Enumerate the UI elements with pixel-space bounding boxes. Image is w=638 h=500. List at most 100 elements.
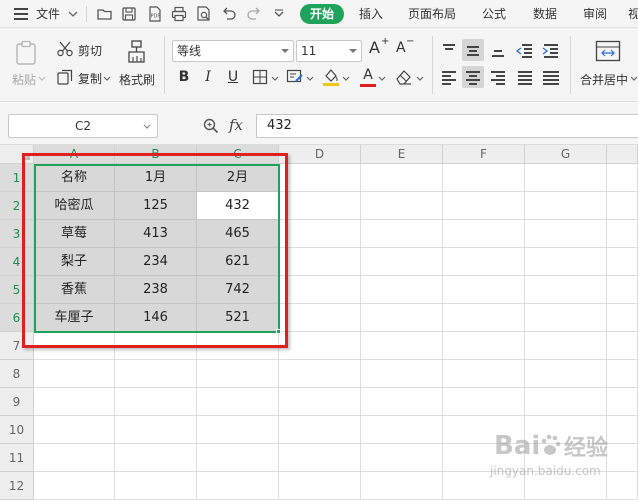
align-middle-button[interactable] bbox=[462, 39, 484, 61]
cell-e9[interactable] bbox=[361, 388, 443, 416]
format-painter-button[interactable]: 格式刷 bbox=[119, 71, 155, 88]
bold-button[interactable]: B bbox=[173, 66, 195, 88]
cell-h3[interactable] bbox=[607, 220, 638, 248]
cell-c2[interactable]: 432 bbox=[197, 192, 279, 220]
cell-c4[interactable]: 621 bbox=[197, 248, 279, 276]
cell-d6[interactable] bbox=[279, 304, 361, 332]
copy-button[interactable]: 复制 bbox=[78, 70, 102, 87]
align-top-button[interactable] bbox=[438, 39, 460, 61]
row-header-4[interactable]: 4 bbox=[0, 248, 34, 276]
cell-b8[interactable] bbox=[115, 360, 197, 388]
cell-e6[interactable] bbox=[361, 304, 443, 332]
tab-formulas[interactable]: 公式 bbox=[482, 5, 506, 23]
format-painter-icon[interactable] bbox=[125, 39, 149, 65]
undo-icon[interactable] bbox=[220, 5, 238, 23]
column-header-a[interactable]: A bbox=[34, 145, 115, 164]
shrink-font-button[interactable]: A − bbox=[396, 36, 416, 62]
cell-a1[interactable]: 名称 bbox=[34, 164, 115, 192]
redo-icon[interactable] bbox=[245, 5, 263, 23]
cell-g6[interactable] bbox=[525, 304, 607, 332]
name-box[interactable]: C2 bbox=[8, 114, 158, 138]
cell-e1[interactable] bbox=[361, 164, 443, 192]
cell-e12[interactable] bbox=[361, 472, 443, 500]
column-header-b[interactable]: B bbox=[115, 145, 197, 164]
cell-d12[interactable] bbox=[279, 472, 361, 500]
merge-center-icon[interactable] bbox=[595, 40, 621, 62]
cell-b1[interactable]: 1月 bbox=[115, 164, 197, 192]
cell-d3[interactable] bbox=[279, 220, 361, 248]
font-name-dropdown[interactable]: 等线 bbox=[172, 40, 294, 62]
cell-a10[interactable] bbox=[34, 416, 115, 444]
cell-e11[interactable] bbox=[361, 444, 443, 472]
paste-dropdown-icon[interactable] bbox=[38, 76, 46, 82]
clear-format-dropdown-icon[interactable] bbox=[416, 76, 424, 82]
cell-g9[interactable] bbox=[525, 388, 607, 416]
cell-h8[interactable] bbox=[607, 360, 638, 388]
cell-f9[interactable] bbox=[443, 388, 525, 416]
cell-d11[interactable] bbox=[279, 444, 361, 472]
open-folder-icon[interactable] bbox=[96, 5, 114, 23]
cell-e4[interactable] bbox=[361, 248, 443, 276]
cut-button[interactable]: 剪切 bbox=[78, 42, 102, 59]
cell-e3[interactable] bbox=[361, 220, 443, 248]
increase-indent-button[interactable] bbox=[540, 39, 562, 61]
cell-c1[interactable]: 2月 bbox=[197, 164, 279, 192]
cut-icon[interactable] bbox=[56, 41, 74, 57]
cell-b12[interactable] bbox=[115, 472, 197, 500]
cell-e7[interactable] bbox=[361, 332, 443, 360]
row-header-12[interactable]: 12 bbox=[0, 472, 34, 500]
column-header-partial[interactable] bbox=[607, 145, 638, 164]
column-header-d[interactable]: D bbox=[279, 145, 361, 164]
row-header-11[interactable]: 11 bbox=[0, 444, 34, 472]
insert-function-button[interactable]: fx bbox=[229, 116, 243, 134]
justify-button[interactable] bbox=[514, 66, 536, 88]
cell-f6[interactable] bbox=[443, 304, 525, 332]
cell-e8[interactable] bbox=[361, 360, 443, 388]
save-icon[interactable] bbox=[120, 5, 138, 23]
row-header-7[interactable]: 7 bbox=[0, 332, 34, 360]
customize-dropdown-icon[interactable] bbox=[270, 5, 288, 23]
cell-g5[interactable] bbox=[525, 276, 607, 304]
cell-b6[interactable]: 146 bbox=[115, 304, 197, 332]
row-header-8[interactable]: 8 bbox=[0, 360, 34, 388]
cell-d2[interactable] bbox=[279, 192, 361, 220]
cell-b7[interactable] bbox=[115, 332, 197, 360]
zoom-formula-icon[interactable] bbox=[202, 117, 220, 135]
cell-f2[interactable] bbox=[443, 192, 525, 220]
italic-button[interactable]: I bbox=[197, 66, 219, 88]
clear-format-icon[interactable] bbox=[394, 68, 414, 86]
paste-button[interactable]: 粘贴 bbox=[12, 71, 36, 88]
cell-c5[interactable]: 742 bbox=[197, 276, 279, 304]
fill-style-dropdown-icon[interactable] bbox=[306, 76, 314, 82]
cell-h6[interactable] bbox=[607, 304, 638, 332]
column-header-g[interactable]: G bbox=[525, 145, 607, 164]
font-size-dropdown[interactable]: 11 bbox=[296, 40, 362, 62]
hamburger-menu-icon[interactable] bbox=[14, 8, 28, 20]
cell-h9[interactable] bbox=[607, 388, 638, 416]
cell-a4[interactable]: 梨子 bbox=[34, 248, 115, 276]
copy-icon[interactable] bbox=[56, 69, 74, 86]
cell-f1[interactable] bbox=[443, 164, 525, 192]
cell-b2[interactable]: 125 bbox=[115, 192, 197, 220]
cell-h4[interactable] bbox=[607, 248, 638, 276]
cell-d5[interactable] bbox=[279, 276, 361, 304]
cell-a2[interactable]: 哈密瓜 bbox=[34, 192, 115, 220]
underline-button[interactable]: U bbox=[222, 66, 244, 88]
cell-a11[interactable] bbox=[34, 444, 115, 472]
cell-c9[interactable] bbox=[197, 388, 279, 416]
cell-g7[interactable] bbox=[525, 332, 607, 360]
cell-h7[interactable] bbox=[607, 332, 638, 360]
cell-c7[interactable] bbox=[197, 332, 279, 360]
cell-d1[interactable] bbox=[279, 164, 361, 192]
align-bottom-button[interactable] bbox=[487, 39, 509, 61]
column-header-f[interactable]: F bbox=[443, 145, 525, 164]
cell-a3[interactable]: 草莓 bbox=[34, 220, 115, 248]
cell-d8[interactable] bbox=[279, 360, 361, 388]
row-header-10[interactable]: 10 bbox=[0, 416, 34, 444]
copy-dropdown-icon[interactable] bbox=[103, 76, 111, 82]
cell-a9[interactable] bbox=[34, 388, 115, 416]
font-color-button[interactable]: A bbox=[360, 66, 376, 88]
row-header-3[interactable]: 3 bbox=[0, 220, 34, 248]
align-right-button[interactable] bbox=[487, 66, 509, 88]
cell-a5[interactable]: 香蕉 bbox=[34, 276, 115, 304]
